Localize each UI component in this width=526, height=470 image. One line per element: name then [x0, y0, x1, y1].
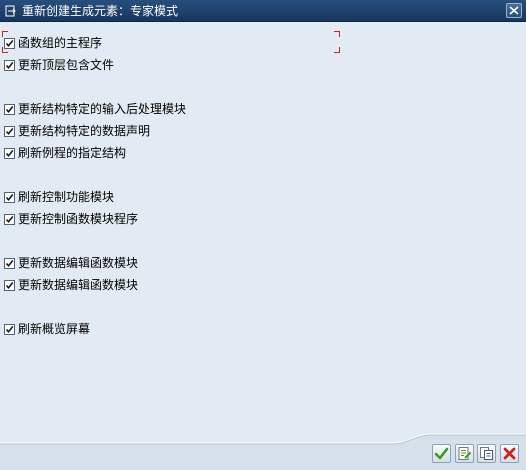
option-label: 刷新概览屏幕 — [18, 322, 91, 336]
close-icon — [509, 6, 519, 15]
window-document-icon — [5, 5, 17, 17]
checkmark-icon — [5, 259, 14, 267]
dialog-window: 重新创建生成元素：专家模式 函数组的主程序 更新顶层包含文件 更新结构特定的输入… — [0, 0, 526, 470]
checkmark-icon — [5, 215, 14, 223]
confirm-button[interactable] — [432, 444, 451, 463]
footer-bar — [0, 432, 526, 470]
checkmark-icon — [5, 281, 14, 289]
checkbox[interactable] — [4, 279, 15, 291]
checkbox[interactable] — [4, 147, 15, 159]
cancel-x-icon — [503, 447, 516, 460]
option-label: 更新结构特定的输入后处理模块 — [18, 102, 187, 116]
option-row[interactable]: 刷新控制功能模块 — [4, 189, 114, 205]
option-row[interactable]: 函数组的主程序 — [4, 35, 102, 51]
document-copy-icon — [480, 447, 493, 460]
checkmark-icon — [5, 325, 14, 333]
option-label: 刷新控制功能模块 — [18, 190, 115, 204]
option-label: 更新顶层包含文件 — [18, 58, 115, 72]
cancel-button[interactable] — [500, 444, 519, 463]
checkmark-icon — [5, 193, 14, 201]
checkbox[interactable] — [4, 257, 15, 269]
option-label: 函数组的主程序 — [18, 36, 103, 50]
checkbox[interactable] — [4, 323, 15, 335]
checkbox[interactable] — [4, 125, 15, 137]
checkbox[interactable] — [4, 103, 15, 115]
checkmark-icon — [5, 149, 14, 157]
option-row[interactable]: 更新数据编辑函数模块 — [4, 277, 138, 293]
option-row[interactable]: 更新控制函数模块程序 — [4, 211, 138, 227]
checkmark-icon — [5, 105, 14, 113]
option-label: 更新数据编辑函数模块 — [18, 278, 139, 292]
option-label: 更新数据编辑函数模块 — [18, 256, 139, 270]
close-button[interactable] — [506, 3, 522, 18]
option-label: 更新控制函数模块程序 — [18, 212, 139, 226]
option-row[interactable]: 更新顶层包含文件 — [4, 57, 114, 73]
checkbox[interactable] — [4, 191, 15, 203]
checkmark-icon — [5, 39, 14, 47]
checkbox[interactable] — [4, 37, 15, 49]
document-edit-icon — [458, 447, 472, 460]
checkmark-icon — [5, 61, 14, 69]
checkbox[interactable] — [4, 59, 15, 71]
checkbox[interactable] — [4, 213, 15, 225]
focus-corner-bottom-right — [334, 47, 340, 53]
checkmark-icon — [5, 127, 14, 135]
option-row[interactable]: 刷新例程的指定结构 — [4, 145, 126, 161]
option-row[interactable]: 刷新概览屏幕 — [4, 321, 90, 337]
option-row[interactable]: 更新结构特定的数据声明 — [4, 123, 150, 139]
edit-document-button[interactable] — [455, 444, 474, 463]
option-row[interactable]: 更新数据编辑函数模块 — [4, 255, 138, 271]
options-panel: 函数组的主程序 更新顶层包含文件 更新结构特定的输入后处理模块 更新结构特定的数… — [0, 22, 526, 432]
option-label: 更新结构特定的数据声明 — [18, 124, 151, 138]
focus-corner-top-right — [334, 31, 340, 37]
checkmark-icon — [434, 447, 449, 460]
copy-document-button[interactable] — [477, 444, 496, 463]
window-title: 重新创建生成元素：专家模式 — [22, 4, 179, 18]
option-row[interactable]: 更新结构特定的输入后处理模块 — [4, 101, 186, 117]
option-label: 刷新例程的指定结构 — [18, 146, 127, 160]
title-bar: 重新创建生成元素：专家模式 — [0, 0, 526, 22]
